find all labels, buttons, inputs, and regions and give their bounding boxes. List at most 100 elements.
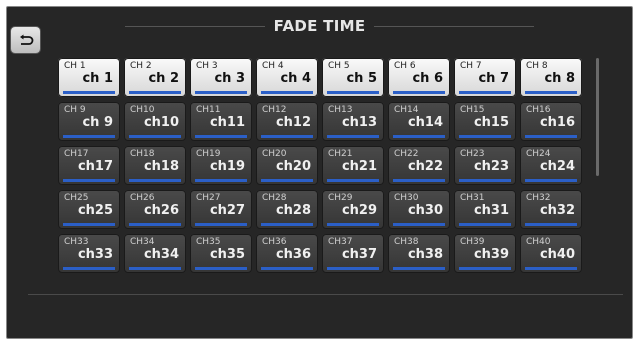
channel-number: CH13 [328, 105, 353, 115]
channel-button[interactable]: CH14 ch14 [388, 102, 450, 141]
channel-name: ch15 [473, 115, 509, 130]
channel-button[interactable]: CH25 ch25 [58, 190, 120, 229]
channel-button[interactable]: CH12 ch12 [256, 102, 318, 141]
channel-color-bar [261, 267, 313, 270]
channel-number: CH 6 [394, 61, 416, 71]
channel-number: CH 2 [130, 61, 152, 71]
channel-color-bar [393, 223, 445, 226]
channel-button[interactable]: CH31 ch31 [454, 190, 516, 229]
channel-button[interactable]: CH18 ch18 [124, 146, 186, 185]
channel-number: CH40 [526, 237, 551, 247]
channel-name: ch20 [275, 159, 311, 174]
channel-button[interactable]: CH15 ch15 [454, 102, 516, 141]
channel-number: CH14 [394, 105, 419, 115]
channel-number: CH15 [460, 105, 485, 115]
channel-name: ch39 [473, 247, 509, 262]
channel-button[interactable]: CH33 ch33 [58, 234, 120, 273]
channel-button[interactable]: CH 6 ch 6 [388, 58, 450, 97]
channel-color-bar [393, 179, 445, 182]
channel-name: ch21 [341, 159, 377, 174]
channel-button[interactable]: CH30 ch30 [388, 190, 450, 229]
channel-number: CH 7 [460, 61, 482, 71]
channel-button[interactable]: CH19 ch19 [190, 146, 252, 185]
channel-name: ch33 [77, 247, 113, 262]
channel-color-bar [459, 223, 511, 226]
channel-button[interactable]: CH 5 ch 5 [322, 58, 384, 97]
channel-name: ch24 [539, 159, 575, 174]
channel-button[interactable]: CH22 ch22 [388, 146, 450, 185]
channel-button[interactable]: CH21 ch21 [322, 146, 384, 185]
channel-button[interactable]: CH32 ch32 [520, 190, 582, 229]
channel-name: ch 2 [148, 71, 179, 86]
channel-button[interactable]: CH13 ch13 [322, 102, 384, 141]
channel-name: ch 9 [82, 115, 113, 130]
channel-color-bar [63, 267, 115, 270]
channel-name: ch37 [341, 247, 377, 262]
channel-button[interactable]: CH 7 ch 7 [454, 58, 516, 97]
channel-name: ch 4 [280, 71, 311, 86]
channel-name: ch38 [407, 247, 443, 262]
channel-color-bar [195, 223, 247, 226]
channel-color-bar [195, 91, 247, 94]
channel-color-bar [129, 135, 181, 138]
channel-number: CH18 [130, 149, 155, 159]
channel-button[interactable]: CH37 ch37 [322, 234, 384, 273]
channel-number: CH 8 [526, 61, 548, 71]
channel-number: CH23 [460, 149, 485, 159]
channel-number: CH29 [328, 193, 353, 203]
channel-name: ch11 [209, 115, 245, 130]
channel-name: ch12 [275, 115, 311, 130]
channel-button[interactable]: CH36 ch36 [256, 234, 318, 273]
channel-button[interactable]: CH 4 ch 4 [256, 58, 318, 97]
channel-button[interactable]: CH23 ch23 [454, 146, 516, 185]
channel-number: CH24 [526, 149, 551, 159]
channel-color-bar [261, 179, 313, 182]
channel-button[interactable]: CH35 ch35 [190, 234, 252, 273]
channel-button[interactable]: CH 3 ch 3 [190, 58, 252, 97]
channel-button[interactable]: CH10 ch10 [124, 102, 186, 141]
channel-name: ch10 [143, 115, 179, 130]
channel-number: CH32 [526, 193, 551, 203]
channel-color-bar [63, 179, 115, 182]
channel-name: ch16 [539, 115, 575, 130]
channel-grid: CH 1 ch 1 CH 2 ch 2 CH 3 ch 3 CH 4 ch 4 CH 5 ch 5… [58, 58, 586, 295]
channel-number: CH27 [196, 193, 221, 203]
channel-number: CH25 [64, 193, 89, 203]
channel-button[interactable]: CH 2 ch 2 [124, 58, 186, 97]
channel-button[interactable]: CH27 ch27 [190, 190, 252, 229]
channel-button[interactable]: CH34 ch34 [124, 234, 186, 273]
channel-color-bar [525, 223, 577, 226]
channel-number: CH 4 [262, 61, 284, 71]
channel-name: ch 1 [82, 71, 113, 86]
channel-button[interactable]: CH24 ch24 [520, 146, 582, 185]
channel-button[interactable]: CH20 ch20 [256, 146, 318, 185]
channel-number: CH36 [262, 237, 287, 247]
channel-name: ch35 [209, 247, 245, 262]
channel-color-bar [393, 135, 445, 138]
channel-color-bar [195, 179, 247, 182]
channel-button[interactable]: CH39 ch39 [454, 234, 516, 273]
channel-button[interactable]: CH26 ch26 [124, 190, 186, 229]
channel-button[interactable]: CH17 ch17 [58, 146, 120, 185]
channel-button[interactable]: CH16 ch16 [520, 102, 582, 141]
channel-name: ch13 [341, 115, 377, 130]
channel-number: CH21 [328, 149, 353, 159]
channel-button[interactable]: CH 8 ch 8 [520, 58, 582, 97]
channel-name: ch34 [143, 247, 179, 262]
channel-number: CH17 [64, 149, 89, 159]
channel-name: ch28 [275, 203, 311, 218]
channel-button[interactable]: CH28 ch28 [256, 190, 318, 229]
channel-name: ch25 [77, 203, 113, 218]
channel-button[interactable]: CH40 ch40 [520, 234, 582, 273]
channel-name: ch36 [275, 247, 311, 262]
channel-button[interactable]: CH 9 ch 9 [58, 102, 120, 141]
scrollbar[interactable] [596, 58, 599, 176]
channel-number: CH28 [262, 193, 287, 203]
channel-button[interactable]: CH38 ch38 [388, 234, 450, 273]
channel-button[interactable]: CH29 ch29 [322, 190, 384, 229]
channel-color-bar [63, 135, 115, 138]
channel-number: CH39 [460, 237, 485, 247]
channel-color-bar [525, 91, 577, 94]
channel-button[interactable]: CH 1 ch 1 [58, 58, 120, 97]
channel-button[interactable]: CH11 ch11 [190, 102, 252, 141]
